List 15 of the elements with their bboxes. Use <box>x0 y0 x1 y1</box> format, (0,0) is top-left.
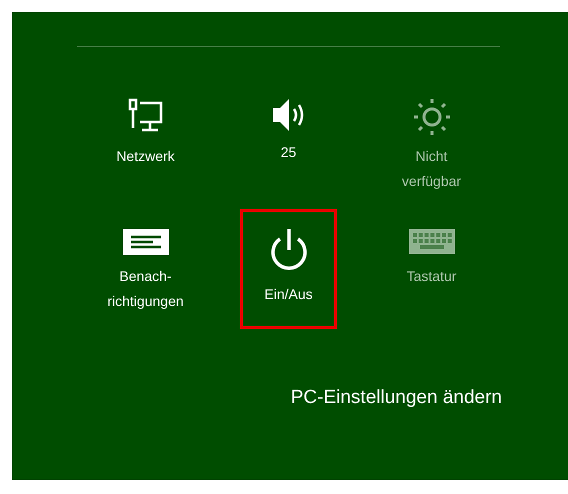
highlighted-settings-tile[interactable]: Ein/Aus <box>240 209 337 329</box>
settings-tile[interactable]: Benach- richtigungen <box>97 209 194 329</box>
tile-label: Nicht verfügbar <box>402 147 462 191</box>
tile-label: 25 <box>280 143 296 162</box>
tile-label: Netzwerk <box>116 147 175 166</box>
keyboard-icon <box>408 226 456 256</box>
speaker-icon <box>272 98 306 132</box>
message-icon <box>122 226 168 256</box>
pc-settings-link[interactable]: PC-Einstellungen ändern <box>290 387 502 409</box>
sun-icon <box>412 98 450 136</box>
settings-tile[interactable]: Netzwerk <box>97 81 194 201</box>
tile-label: Ein/Aus <box>264 285 313 304</box>
settings-tile[interactable]: 25 <box>240 81 337 201</box>
tile-label: Benach- richtigungen <box>107 267 184 311</box>
tile-label: Tastatur <box>406 267 456 286</box>
